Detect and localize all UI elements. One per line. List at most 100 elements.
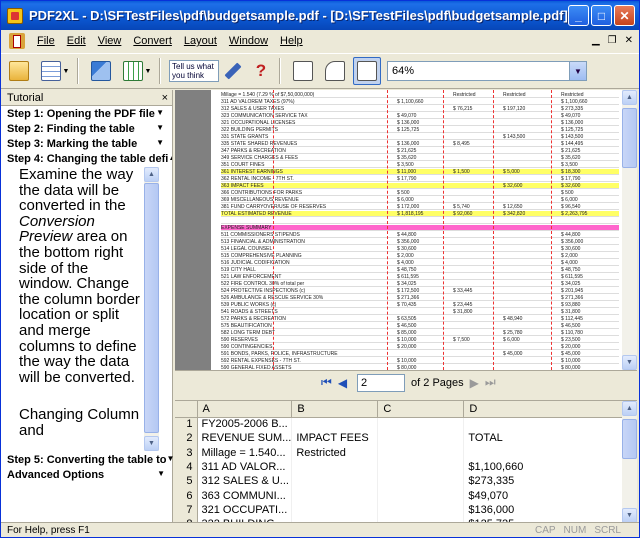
mdi-close-icon[interactable]: ✕ — [625, 35, 633, 46]
feedback-button[interactable]: Tell us what you think — [169, 60, 219, 82]
column-header-d[interactable]: D — [463, 401, 625, 418]
column-split-line[interactable] — [493, 90, 494, 370]
table-cell[interactable]: $49,070 — [463, 488, 625, 503]
scroll-up-icon[interactable]: ▲ — [622, 90, 637, 105]
table-cell[interactable] — [377, 417, 465, 432]
tutorial-step-3[interactable]: Step 3: Marking the table ▼ — [1, 138, 172, 153]
table-row[interactable]: 5 312 SALES & U... $273,335 — [175, 474, 625, 489]
zoom-select[interactable]: 64% ▼ — [387, 61, 587, 81]
help-button[interactable]: ? — [247, 57, 275, 85]
table-cell[interactable]: Millage = 1.540... — [197, 445, 293, 460]
table-cell[interactable]: 312 SALES & U... — [197, 474, 293, 489]
preview-scrollbar[interactable]: ▲ ▼ — [622, 90, 637, 370]
table-cell[interactable] — [463, 445, 625, 460]
table-cell[interactable]: REVENUE SUM... — [197, 431, 293, 446]
table-row[interactable]: 7 321 OCCUPATI... $136,000 — [175, 502, 625, 518]
tutorial-step-4[interactable]: Step 4: Changing the table defi▲ — [1, 153, 172, 168]
table-row[interactable]: 6 363 COMMUNI... $49,070 — [175, 488, 625, 503]
convert-table-button[interactable]: ▼ — [119, 57, 155, 85]
table-cell[interactable] — [291, 502, 379, 518]
table-row[interactable]: 1 FY2005-2006 B... — [175, 417, 625, 432]
pdf-preview[interactable]: Millage = 1.540 (7.29 % of $7,50,000,000… — [175, 90, 637, 370]
column-split-line[interactable] — [387, 90, 388, 370]
table-cell[interactable] — [291, 417, 379, 432]
first-page-icon[interactable]: ⏮ — [321, 375, 332, 390]
feedback-pen-button[interactable] — [219, 57, 247, 85]
table-cell[interactable] — [377, 474, 465, 489]
table-cell[interactable]: IMPACT FEES — [291, 431, 379, 446]
column-header-b[interactable]: B — [291, 401, 379, 418]
last-page-icon[interactable]: ⏭ — [485, 375, 496, 390]
table-cell[interactable] — [377, 488, 465, 503]
menu-convert[interactable]: Convert — [127, 35, 178, 47]
tutorial-close-icon[interactable]: × — [162, 92, 168, 104]
column-header-c[interactable]: C — [377, 401, 465, 418]
page-number-input[interactable]: 2 — [357, 373, 406, 392]
table-cell[interactable]: $136,000 — [463, 502, 625, 518]
minimize-button[interactable]: _ — [568, 5, 589, 26]
pan-tool-button[interactable] — [353, 57, 381, 85]
zoom-tool-button[interactable] — [321, 57, 349, 85]
scroll-thumb[interactable] — [144, 183, 159, 433]
table-cell[interactable] — [377, 445, 465, 460]
column-split-line[interactable] — [551, 90, 552, 370]
table-row[interactable]: 2 REVENUE SUM... IMPACT FEES TOTAL — [175, 431, 625, 446]
table-cell[interactable] — [291, 474, 379, 489]
tutorial-step-1[interactable]: Step 1: Opening the PDF file ▼ — [1, 108, 172, 123]
scroll-up-icon[interactable]: ▲ — [144, 167, 159, 182]
scroll-down-icon[interactable]: ▼ — [622, 508, 637, 522]
scroll-thumb[interactable] — [622, 108, 637, 168]
next-page-icon[interactable]: ▶ — [470, 376, 479, 390]
select-tool-button[interactable] — [289, 57, 317, 85]
close-button[interactable]: ✕ — [614, 5, 635, 26]
tutorial-scrollbar[interactable]: ▲ ▼ — [144, 167, 159, 451]
menu-view[interactable]: View — [92, 35, 128, 47]
maximize-button[interactable]: □ — [591, 5, 612, 26]
table-cell[interactable] — [463, 417, 625, 432]
table-cell[interactable] — [377, 459, 465, 475]
title-bar[interactable]: PDF2XL - D:\SFTestFiles\pdf\budgetsample… — [1, 1, 639, 30]
mdi-restore-icon[interactable]: ❐ — [608, 35, 617, 46]
tutorial-advanced[interactable]: Advanced Options ▼ — [1, 469, 173, 484]
pdf-page[interactable]: Millage = 1.540 (7.29 % of $7,50,000,000… — [211, 90, 627, 370]
menu-file[interactable]: File — [31, 35, 61, 47]
table-row[interactable]: 3 Millage = 1.540... Restricted — [175, 445, 625, 460]
scroll-thumb[interactable] — [622, 419, 637, 459]
table-cell[interactable]: 321 OCCUPATI... — [197, 502, 293, 518]
menu-layout[interactable]: Layout — [178, 35, 223, 47]
column-split-line[interactable] — [443, 90, 444, 370]
edit-table-button[interactable] — [87, 57, 115, 85]
open-folder-button[interactable] — [5, 57, 33, 85]
menu-help[interactable]: Help — [274, 35, 309, 47]
column-split-line[interactable] — [273, 90, 274, 370]
conversion-preview[interactable]: A B C D 1 FY2005-2006 B... 2 REVENUE SUM...… — [175, 400, 637, 522]
table-row[interactable]: 4 311 AD VALOR... $1,100,660 — [175, 459, 625, 475]
table-cell[interactable]: $273,335 — [463, 474, 625, 489]
scroll-down-icon[interactable]: ▼ — [622, 355, 637, 370]
menu-edit[interactable]: Edit — [61, 35, 92, 47]
table-cell[interactable]: TOTAL — [463, 431, 625, 446]
table-cell[interactable] — [377, 431, 465, 446]
table-cell[interactable]: FY2005-2006 B... — [197, 417, 293, 432]
scroll-down-icon[interactable]: ▼ — [144, 436, 159, 451]
prev-page-icon[interactable]: ◀ — [338, 376, 347, 390]
grid-scrollbar[interactable]: ▲ ▼ — [622, 401, 637, 522]
menu-window[interactable]: Window — [223, 35, 274, 47]
table-cell[interactable] — [291, 459, 379, 475]
table-cell[interactable]: Restricted — [291, 445, 379, 460]
table-cell[interactable] — [291, 488, 379, 503]
tutorial-step-5[interactable]: Step 5: Converting the table to ▼ — [1, 454, 173, 469]
document-icon[interactable] — [9, 33, 25, 49]
tutorial-title: Tutorial — [7, 91, 44, 104]
table-cell[interactable]: $1,100,660 — [463, 459, 625, 475]
column-header-a[interactable]: A — [197, 401, 293, 418]
pdf-row-value: $ 143,500 — [561, 134, 584, 140]
find-table-button[interactable]: ▼ — [37, 57, 73, 85]
table-cell[interactable] — [377, 502, 465, 518]
tutorial-step-2[interactable]: Step 2: Finding the table ▼ — [1, 123, 172, 138]
scroll-up-icon[interactable]: ▲ — [622, 401, 637, 416]
table-cell[interactable]: 311 AD VALOR... — [197, 459, 293, 475]
table-cell[interactable]: 363 COMMUNI... — [197, 488, 293, 503]
chevron-down-icon[interactable]: ▼ — [569, 62, 586, 80]
mdi-minimize-icon[interactable]: ▁ — [592, 35, 600, 46]
